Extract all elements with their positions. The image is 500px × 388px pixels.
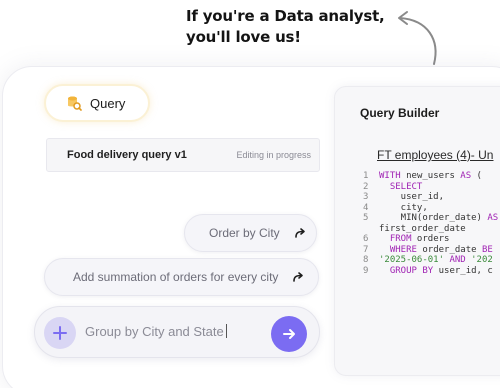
line-number: 6: [363, 234, 369, 244]
sql-keyword: SELECT: [379, 181, 423, 192]
sql-keyword: FROM: [379, 234, 412, 244]
code-line: 7 WHERE order_date BE: [363, 245, 498, 256]
sql-keyword: BE: [481, 244, 493, 255]
sql-keyword: AND: [449, 255, 466, 265]
sql-text: user_id, c: [433, 265, 493, 276]
sql-text: city,: [379, 202, 428, 213]
sql-text: orders: [411, 234, 450, 244]
text-caret: [225, 324, 227, 338]
query-tab-label: Query: [90, 95, 126, 111]
add-button[interactable]: [44, 317, 76, 349]
suggestion-label: Add summation of orders for every city: [73, 270, 279, 284]
code-line: 9 GROUP BY user_id, c: [363, 266, 498, 277]
prompt-input[interactable]: Group by City and State: [85, 324, 227, 339]
suggestion-add-summation[interactable]: Add summation of orders for every city: [44, 258, 319, 296]
line-number: 4: [363, 202, 369, 213]
line-number: 5: [363, 213, 369, 223]
sql-text: first_order_date: [379, 223, 466, 234]
query-builder-panel: Query Builder FT employees (4)- Un 1 WITH…: [334, 86, 500, 376]
prompt-input-value: Group by City and State: [85, 324, 224, 339]
sql-keyword: AS: [487, 213, 499, 223]
query-tab[interactable]: Query: [44, 84, 150, 122]
query-builder-subtitle[interactable]: FT employees (4)- Un: [377, 148, 493, 162]
query-status-text: Editing in progress: [236, 150, 311, 160]
sql-keyword: WHERE: [379, 244, 417, 255]
sql-keyword: GROUP BY: [379, 265, 434, 276]
sql-string: '202: [471, 255, 493, 265]
headline-line-2: you'll love us!: [186, 28, 301, 46]
sql-text: user_id,: [379, 192, 445, 202]
prompt-composer[interactable]: Group by City and State: [34, 306, 320, 358]
code-line: 2 SELECT: [363, 182, 498, 193]
arrow-right-icon: [283, 329, 295, 339]
headline-line-1: If you're a Data analyst,: [186, 7, 385, 25]
sql-keyword: WITH: [379, 171, 401, 181]
line-number: 1: [363, 171, 369, 181]
plus-icon: [53, 326, 67, 340]
code-line: 3 user_id,: [363, 192, 498, 203]
code-line: 1 WITH new_users AS (: [363, 171, 498, 182]
send-button[interactable]: [271, 316, 307, 352]
sql-text: order_date: [416, 244, 482, 255]
code-line: 4 city,: [363, 203, 498, 214]
line-number: 9: [363, 265, 369, 276]
line-number: 2: [363, 181, 369, 192]
code-line: first_order_date: [363, 224, 498, 235]
database-search-icon: [68, 96, 82, 111]
forward-arrow-icon: [294, 228, 305, 238]
curved-arrow-icon: [398, 11, 437, 65]
line-number: 8: [363, 255, 369, 265]
suggestion-order-by-city[interactable]: Order by City: [184, 214, 317, 252]
sql-text: MIN(order_date): [379, 213, 488, 223]
headline: If you're a Data analyst, you'll love us…: [186, 6, 396, 48]
code-line: 8 '2025-06-01' AND '202: [363, 255, 498, 266]
line-number: 7: [363, 244, 369, 255]
sql-keyword: AS: [460, 171, 472, 181]
forward-arrow-icon: [293, 272, 304, 282]
query-builder-title: Query Builder: [360, 106, 440, 120]
line-number: [363, 224, 379, 235]
code-line: 5 MIN(order_date) AS: [363, 213, 498, 224]
sql-string: '2025-06-01': [379, 255, 445, 265]
sql-text: new_users: [400, 171, 461, 181]
sql-text: (: [471, 171, 482, 181]
code-line: 6 FROM orders: [363, 234, 498, 245]
sql-code-block: 1 WITH new_users AS (2 SELECT 3 user_id, 4 …: [363, 171, 498, 276]
suggestion-label: Order by City: [209, 226, 280, 240]
query-name-title: Food delivery query v1: [67, 149, 187, 161]
query-name-bar[interactable]: Food delivery query v1 Editing in progre…: [46, 138, 320, 172]
line-number: 3: [363, 192, 369, 202]
